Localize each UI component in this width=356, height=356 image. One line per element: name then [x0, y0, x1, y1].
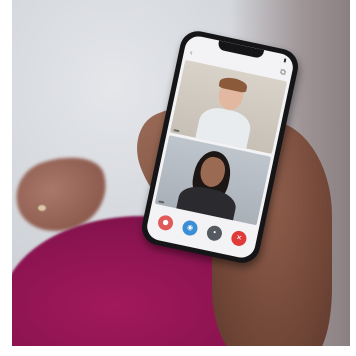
end-call-icon: ✕: [235, 232, 243, 242]
camera-button[interactable]: ◉: [181, 218, 199, 237]
microphone-off-icon: ●: [161, 217, 170, 227]
share-icon[interactable]: ⧉: [279, 67, 286, 77]
more-button[interactable]: •: [205, 223, 224, 242]
end-call-button[interactable]: ✕: [230, 229, 248, 247]
photo-scene: ▮ ‹ ⧉ ● ◉ • ✕: [12, 0, 350, 346]
battery-icon: ▮: [283, 56, 288, 64]
mute-button[interactable]: ●: [156, 213, 175, 232]
chevron-left-icon[interactable]: ‹: [189, 48, 193, 57]
camera-icon: ◉: [186, 222, 195, 232]
more-icon: •: [211, 227, 218, 237]
ring: [38, 205, 46, 211]
participant-2-label: [158, 200, 165, 204]
participant-1-label: [173, 128, 180, 133]
